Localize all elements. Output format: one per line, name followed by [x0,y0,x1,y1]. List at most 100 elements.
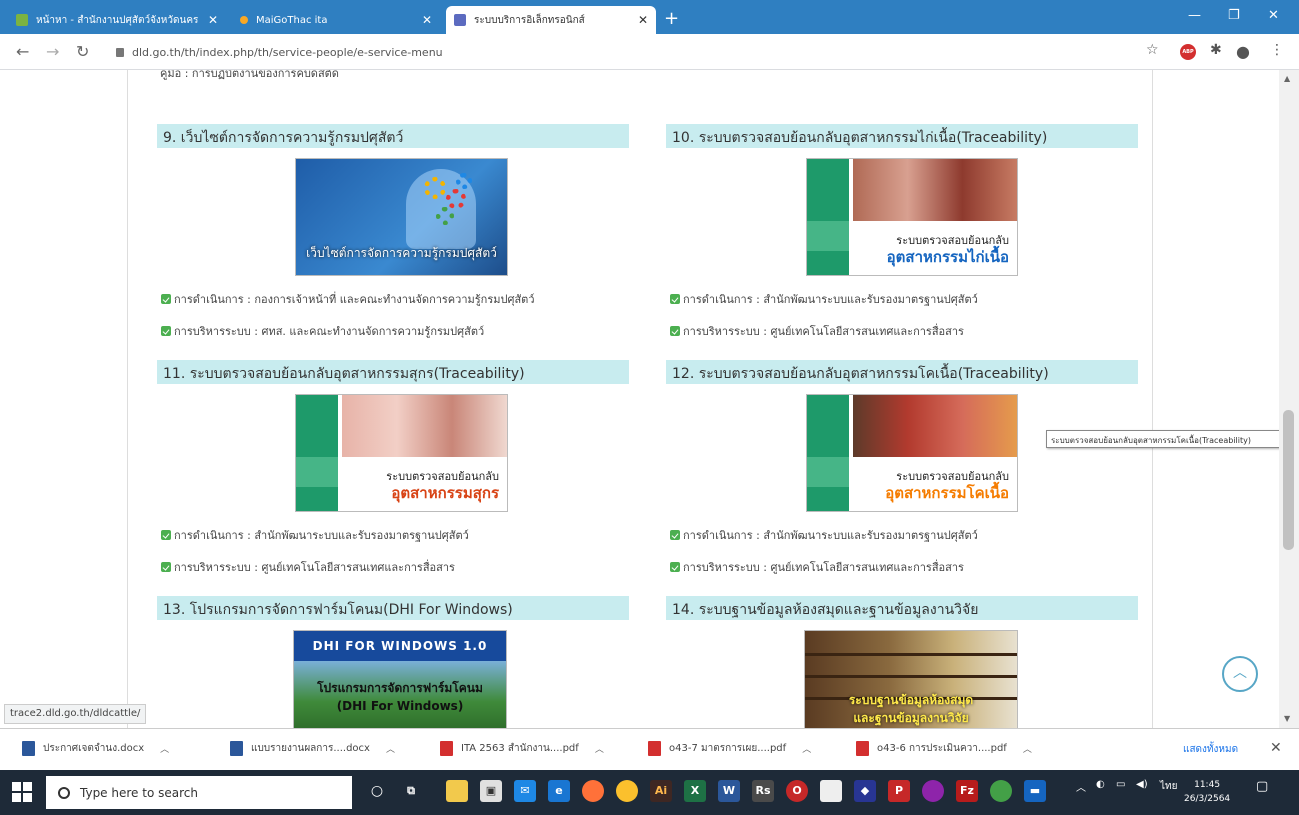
app-icon[interactable]: Rs [752,780,774,802]
app-icon[interactable]: ◆ [854,780,876,802]
firefox-icon[interactable] [582,780,604,802]
service-heading[interactable]: 13. โปรแกรมการจัดการฟาร์มโคนม(DHI For Wi… [157,596,629,620]
network-icon[interactable]: ◐ [1096,779,1105,790]
extensions-puzzle-icon[interactable]: ✱ [1210,42,1222,58]
profile-avatar-icon[interactable]: ● [1236,42,1250,61]
download-item[interactable]: o43-7 มาตรการเผย....pdf ︿ [648,741,811,756]
download-filename: ประกาศเจตจำนง.docx [43,743,145,754]
pdf-file-icon [856,741,869,756]
adblock-icon[interactable]: ABP [1180,44,1196,60]
service-heading[interactable]: 9. เว็บไซต์การจัดการความรู้กรมปศุสัตว์ [157,124,629,148]
cortana-icon[interactable]: ○ [366,780,388,802]
minimize-icon[interactable]: — [1188,8,1201,23]
check-bullet-icon [161,294,171,304]
scroll-up-icon[interactable]: ▲ [1284,74,1290,83]
service-heading[interactable]: 11. ระบบตรวจสอบย้อนกลับอุตสาหกรรมสุกร(Tr… [157,360,629,384]
menu-kebab-icon[interactable]: ⋮ [1270,42,1284,58]
volume-icon[interactable]: ◀) [1136,779,1148,790]
excel-icon[interactable]: X [684,780,706,802]
new-tab-icon[interactable]: + [664,8,679,29]
tab-e-service[interactable]: ระบบบริการอิเล็กทรอนิกส์ ✕ [446,6,656,34]
close-downloads-icon[interactable]: ✕ [1270,740,1282,756]
admin-line: การบริหารระบบ : ศูนย์เทคโนโลยีสารสนเทศแล… [161,558,455,576]
windows-taskbar: Type here to search ○ ⧉ ▣ ✉ e Ai X W Rs … [0,770,1299,815]
thumb-stripe [296,457,338,487]
word-icon[interactable]: W [718,780,740,802]
chicken-photo-image [853,159,1017,221]
reload-icon[interactable]: ↻ [76,42,89,61]
bookshelf-line [805,675,1017,678]
edge-icon[interactable]: e [548,780,570,802]
admin-line: การบริหารระบบ : ศทส. และคณะทำงานจัดการคว… [161,322,484,340]
download-item[interactable]: ประกาศเจตจำนง.docx ︿ [22,741,169,756]
chevron-up-icon[interactable]: ︿ [160,742,169,755]
chevron-up-icon[interactable]: ︿ [1023,742,1032,755]
download-item[interactable]: แบบรายงานผลการ....docx ︿ [230,741,395,756]
scroll-down-icon[interactable]: ▼ [1284,714,1290,723]
restore-icon[interactable]: ❐ [1228,8,1240,23]
lock-icon [116,47,124,57]
powerpoint-icon[interactable]: P [888,780,910,802]
knowledge-thumbnail[interactable]: เว็บไซต์การจัดการความรู้กรมปศุสัตว์ [295,158,508,276]
back-to-top-button[interactable]: ︿ [1222,656,1258,692]
tab-close-icon[interactable]: ✕ [208,13,218,27]
page-viewport: คู่มือ : การบฏิบัตงานของการคบดสตัด 9. เว… [0,70,1279,728]
pig-photo-image [342,395,507,457]
tab-provincial-livestock[interactable]: หน้าหา - สำนักงานปศุสัตว์จังหวัดนคร ✕ [8,6,226,34]
forward-icon[interactable]: → [46,42,59,61]
download-item[interactable]: o43-6 การประเมินควา....pdf ︿ [856,741,1032,756]
service-heading[interactable]: 10. ระบบตรวจสอบย้อนกลับอุตสาหกรรมไก่เนื้… [666,124,1138,148]
tab-favicon-icon [16,14,28,26]
check-bullet-icon [161,530,171,540]
taskbar-clock[interactable]: 11:45 26/3/2564 [1184,778,1230,806]
service-heading[interactable]: 12. ระบบตรวจสอบย้อนกลับอุตสาหกรรมโคเนื้อ… [666,360,1138,384]
pig-trace-thumbnail[interactable]: ระบบตรวจสอบย้อนกลับ อุตสาหกรรมสุกร [295,394,508,512]
app-icon[interactable]: ▬ [1024,780,1046,802]
windows-start-icon[interactable] [12,782,32,802]
pdf-file-icon [648,741,661,756]
chrome-icon[interactable] [616,780,638,802]
address-bar[interactable]: dld.go.th/th/index.php/th/service-people… [108,40,1138,64]
filezilla-icon[interactable]: Fz [956,780,978,802]
chevron-up-icon[interactable]: ︿ [386,742,395,755]
admin-value: ศูนย์เทคโนโลยีสารสนเทศและการสื่อสาร [770,561,964,574]
service-item-14: 14. ระบบฐานข้อมูลห้องสมุดและฐานข้อมูลงาน… [666,596,1138,728]
chevron-up-icon[interactable]: ︿ [802,742,811,755]
admin-label: การบริหารระบบ [683,561,760,574]
window-close-icon[interactable]: ✕ [1268,8,1279,23]
show-all-downloads-link[interactable]: แสดงทั้งหมด [1183,742,1238,757]
bookmark-star-icon[interactable]: ☆ [1146,42,1159,58]
page-scrollbar[interactable]: ▲ ▼ [1279,70,1299,728]
app-icon[interactable] [990,780,1012,802]
store-icon[interactable]: ▣ [480,780,502,802]
library-thumbnail[interactable]: ระบบฐานข้อมูลห้องสมุด และฐานข้อมูลงานวิจ… [804,630,1018,728]
thumb-stripe [807,159,849,275]
chevron-up-icon[interactable]: ︿ [595,742,604,755]
back-icon[interactable]: ← [16,42,29,61]
download-item[interactable]: ITA 2563 สำนักงาน....pdf ︿ [440,741,604,756]
opera-icon[interactable]: O [786,780,808,802]
notification-icon[interactable]: ▢ [1256,779,1268,794]
operator-line: การดำเนินการ : กองการเจ้าหน้าที่ และคณะท… [161,290,535,308]
tab-close-icon[interactable]: ✕ [422,13,432,27]
mail-icon[interactable]: ✉ [514,780,536,802]
service-heading[interactable]: 14. ระบบฐานข้อมูลห้องสมุดและฐานข้อมูลงาน… [666,596,1138,620]
notepad-icon[interactable] [820,780,842,802]
tray-overflow-icon[interactable]: ︿ [1076,779,1086,794]
app-icon[interactable] [922,780,944,802]
chicken-trace-thumbnail[interactable]: ระบบตรวจสอบย้อนกลับ อุตสาหกรรมไก่เนื้อ [806,158,1018,276]
input-language-indicator[interactable]: ไทย [1160,779,1177,794]
dhi-thumbnail[interactable]: DHI FOR WINDOWS 1.0 โปรแกรมการจัดการฟาร์… [293,630,507,728]
task-view-icon[interactable]: ⧉ [400,780,422,802]
tab-maigothac[interactable]: MaiGoThac ita ✕ [232,6,440,34]
illustrator-icon[interactable]: Ai [650,780,672,802]
file-explorer-icon[interactable] [446,780,468,802]
taskbar-search-box[interactable]: Type here to search [46,776,352,809]
thumb-stripe [807,221,849,251]
display-icon[interactable]: ▭ [1116,779,1125,790]
thumbnail-caption: และฐานข้อมูลงานวิจัย [853,711,969,725]
service-item-11: 11. ระบบตรวจสอบย้อนกลับอุตสาหกรรมสุกร(Tr… [157,360,629,580]
tab-close-icon[interactable]: ✕ [638,13,648,27]
beef-trace-thumbnail[interactable]: ระบบตรวจสอบย้อนกลับ อุตสาหกรรมโคเนื้อ [806,394,1018,512]
scrollbar-thumb[interactable] [1283,410,1294,550]
